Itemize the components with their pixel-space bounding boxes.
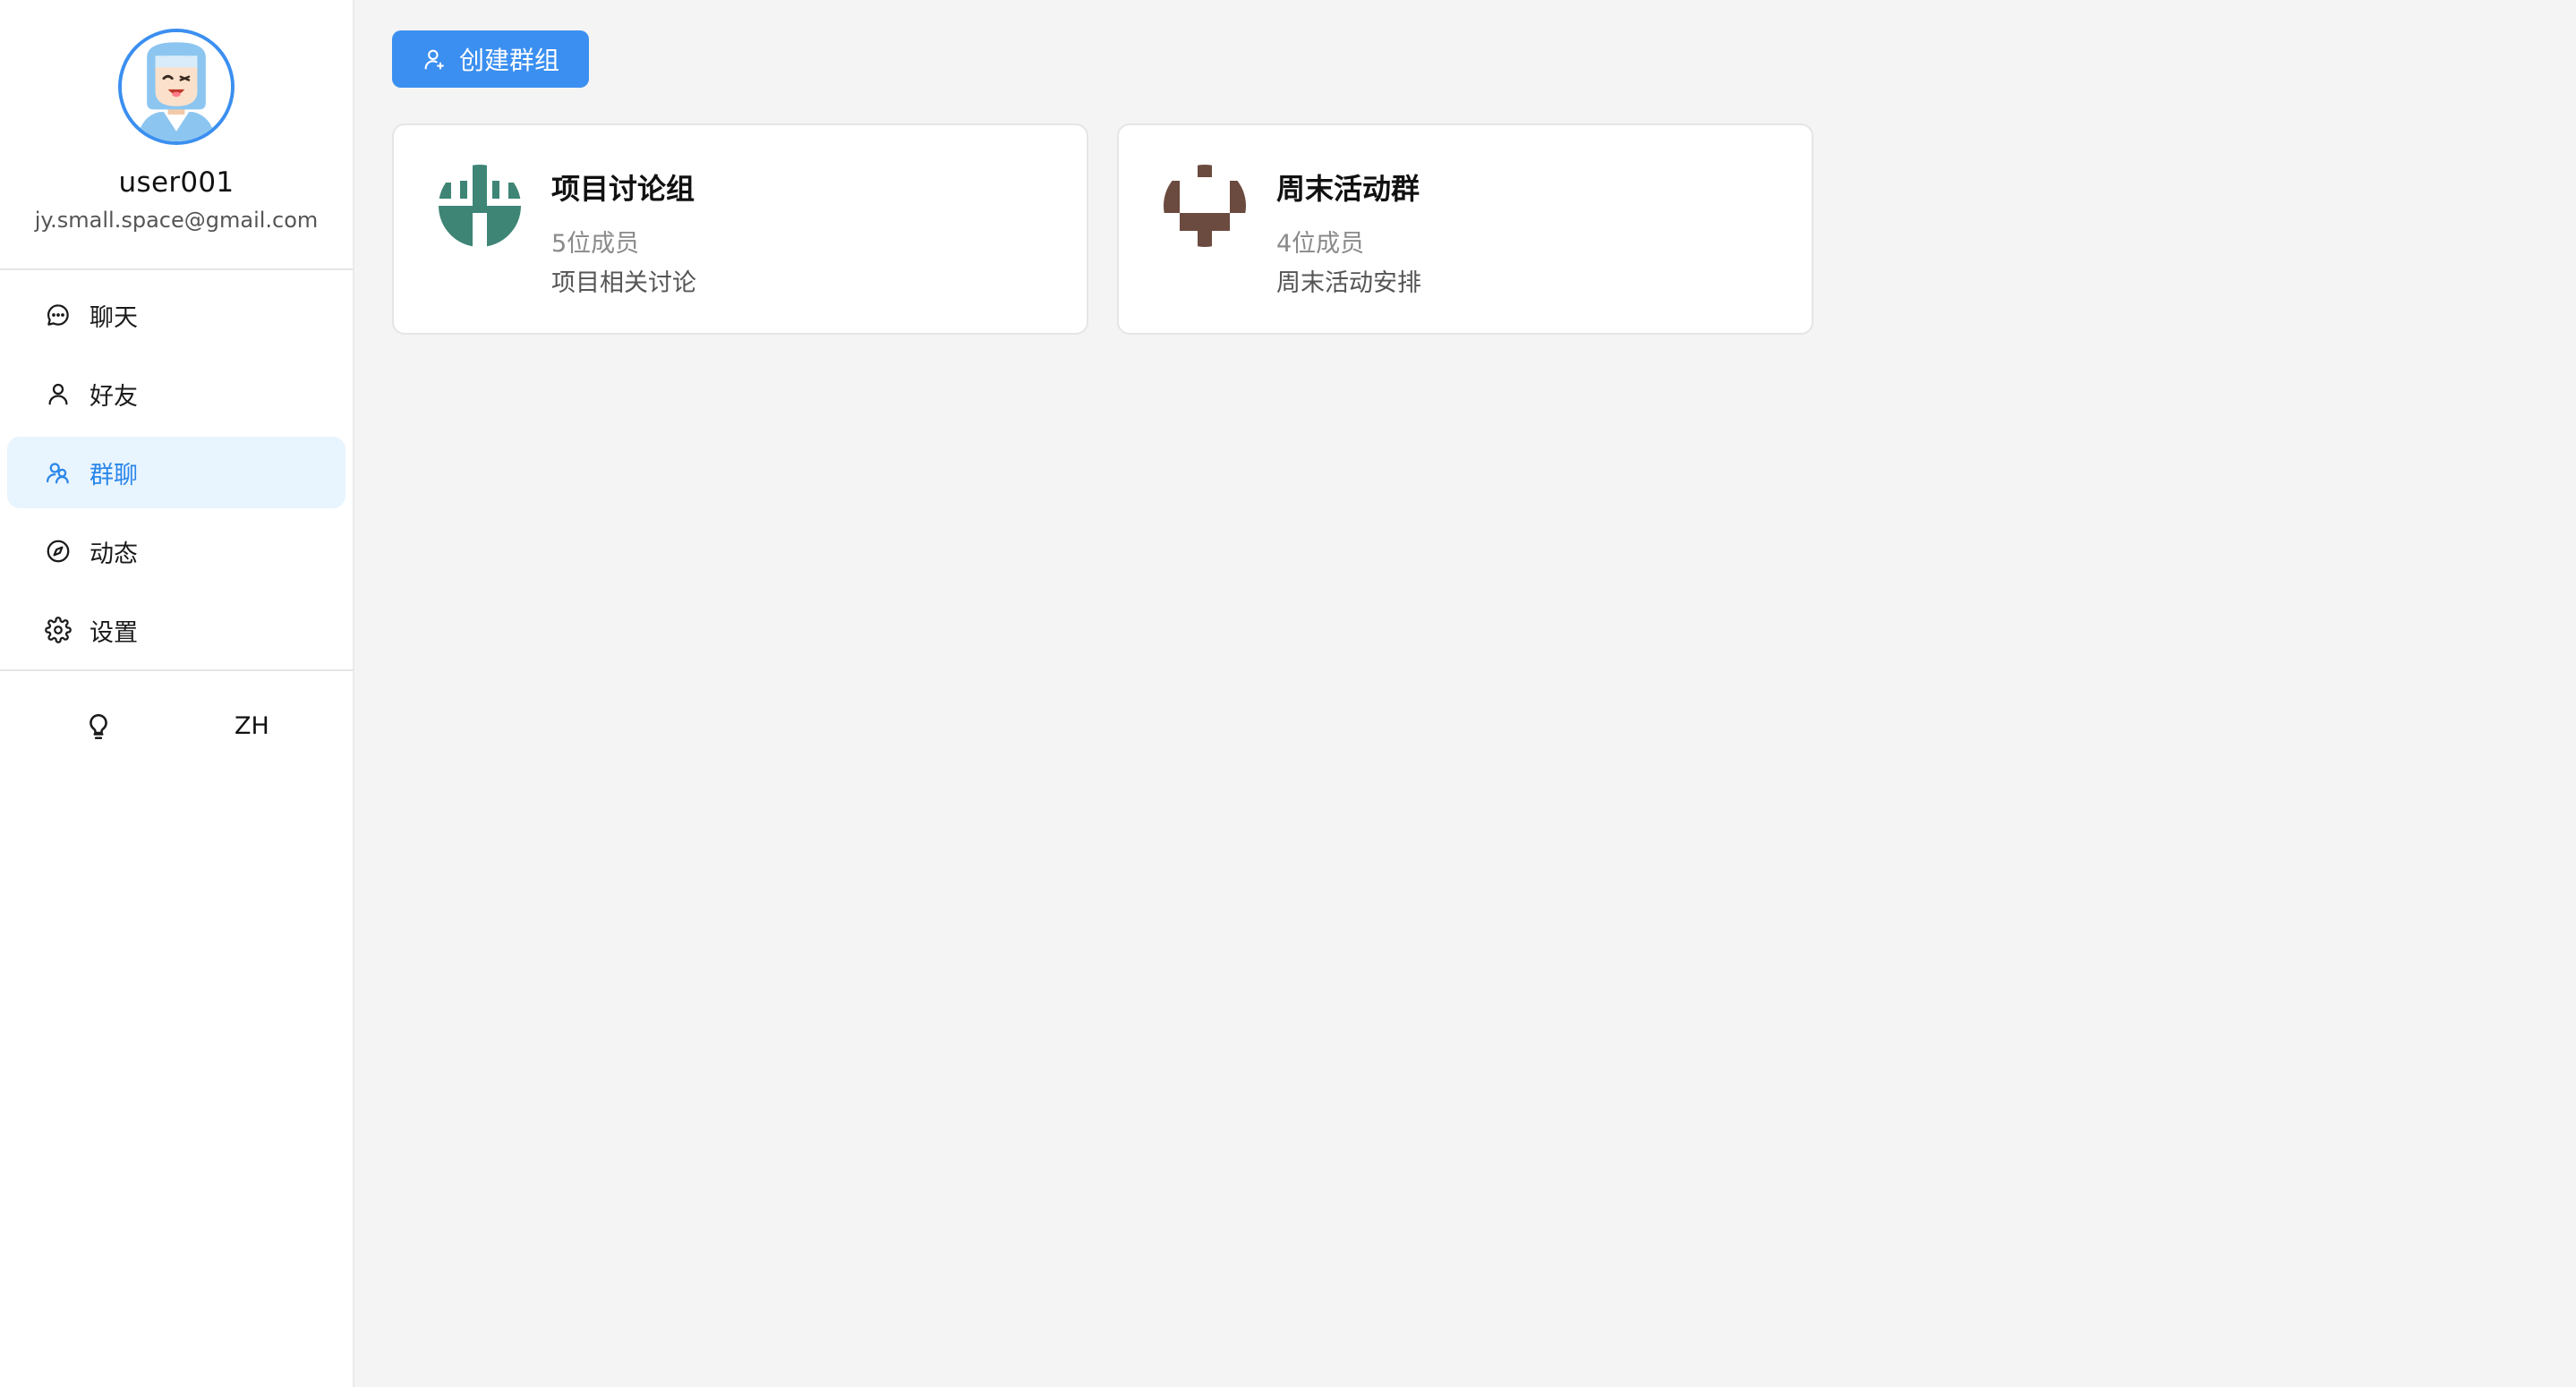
user-email: jy.small.space@gmail.com <box>34 208 319 233</box>
avatar[interactable] <box>118 29 235 145</box>
group-card[interactable]: 项目讨论组 5位成员 项目相关讨论 <box>392 123 1088 335</box>
group-member-count: 5位成员 <box>551 230 640 258</box>
gear-icon <box>45 617 72 643</box>
sidebar: user001 jy.small.space@gmail.com 聊天 好友 群… <box>0 0 354 1387</box>
lightbulb-icon <box>83 711 114 745</box>
username: user001 <box>118 166 235 199</box>
sidebar-item-label: 群聊 <box>90 461 138 489</box>
chat-bubble-icon <box>45 302 72 328</box>
group-description: 项目相关讨论 <box>551 269 696 297</box>
sidebar-divider <box>0 669 354 671</box>
user-plus-icon <box>424 49 444 70</box>
group-avatar <box>1164 165 1246 247</box>
sidebar-item-moments[interactable]: 动态 <box>7 515 345 587</box>
sidebar-item-label: 好友 <box>90 382 138 411</box>
avatar-illustration <box>122 32 231 141</box>
language-toggle-button[interactable]: ZH <box>235 712 269 740</box>
group-name: 项目讨论组 <box>551 172 695 206</box>
sidebar-item-groups[interactable]: 群聊 <box>7 437 345 508</box>
user-icon <box>45 380 72 407</box>
sidebar-item-label: 动态 <box>90 540 138 568</box>
create-group-button[interactable]: 创建群组 <box>392 30 589 88</box>
sidebar-item-label: 设置 <box>90 618 138 647</box>
theme-toggle-button[interactable] <box>81 711 116 746</box>
sidebar-item-chat[interactable]: 聊天 <box>7 279 345 351</box>
sidebar-nav: 聊天 好友 群聊 动态 设置 <box>0 270 353 666</box>
group-name: 周末活动群 <box>1276 172 1420 206</box>
compass-icon <box>45 538 72 565</box>
group-description: 周末活动安排 <box>1276 269 1421 297</box>
users-icon <box>45 459 72 486</box>
main-content: 创建群组 项目讨论组 5位成员 项目相关讨论 周末活动群 4位成员 周末活动安排 <box>356 0 2576 1387</box>
create-group-label: 创建群组 <box>458 46 559 75</box>
sidebar-item-label: 聊天 <box>90 303 138 332</box>
group-member-count: 4位成员 <box>1276 230 1365 258</box>
sidebar-item-friends[interactable]: 好友 <box>7 358 345 430</box>
group-avatar <box>439 165 521 247</box>
group-card[interactable]: 周末活动群 4位成员 周末活动安排 <box>1117 123 1813 335</box>
sidebar-item-settings[interactable]: 设置 <box>7 594 345 666</box>
profile-panel: user001 jy.small.space@gmail.com <box>0 0 353 270</box>
sidebar-footer: ZH <box>0 698 354 759</box>
